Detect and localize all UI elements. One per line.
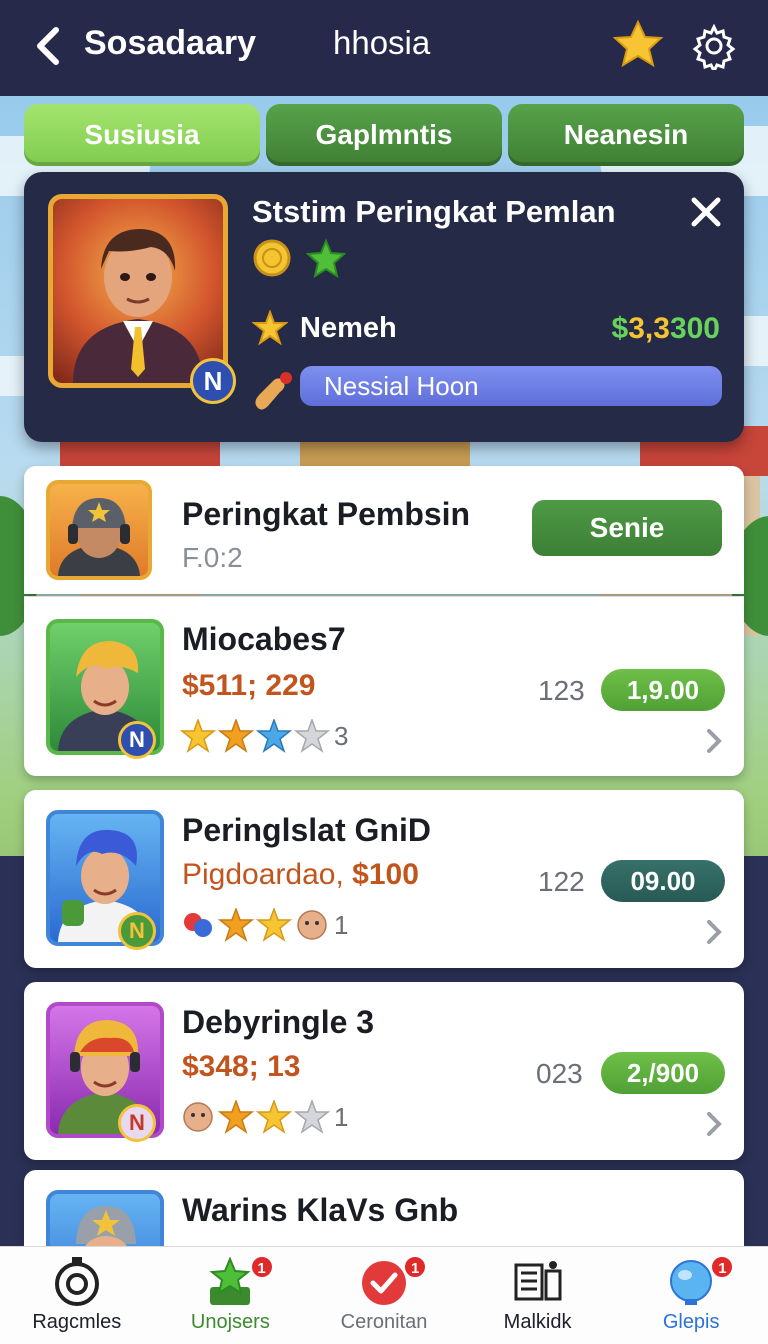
score-pill[interactable]: 09.00 bbox=[601, 860, 725, 902]
nav-item-glepis[interactable]: 1 Glepis bbox=[614, 1247, 768, 1344]
green-star-icon bbox=[306, 238, 346, 278]
profile-title: Ststim Peringkat Pemlan bbox=[252, 194, 616, 229]
header-title: Peringkat Pembsin bbox=[182, 496, 471, 532]
star-icon bbox=[256, 1100, 292, 1134]
player-price: Pigdoardao, $100 bbox=[182, 858, 419, 891]
notification-badge: 1 bbox=[710, 1255, 735, 1279]
player-badge: N bbox=[118, 721, 156, 759]
rating-stars: 1 bbox=[180, 908, 348, 942]
gear-icon[interactable] bbox=[690, 22, 738, 70]
chevron-right-icon[interactable] bbox=[704, 1110, 724, 1138]
nav-label: Malkidk bbox=[503, 1311, 572, 1333]
tab-bar: Susiusia Gaplmntis Neanesin bbox=[24, 104, 744, 166]
notification-badge: 1 bbox=[249, 1255, 274, 1279]
chevron-right-icon[interactable] bbox=[704, 918, 724, 946]
globe-icon bbox=[670, 1260, 713, 1305]
player-price: $348; 13 bbox=[182, 1050, 301, 1083]
star-icon bbox=[218, 719, 254, 753]
list-header-card: Peringkat Pembsin F.0:2 Senie bbox=[24, 466, 744, 594]
chevron-right-icon[interactable] bbox=[704, 727, 724, 755]
player-rank: 123 bbox=[538, 675, 585, 706]
profile-avatar bbox=[48, 194, 228, 388]
close-icon[interactable] bbox=[686, 192, 726, 232]
rank-name: Nemeh bbox=[300, 312, 397, 344]
player-avatar bbox=[46, 1190, 164, 1246]
star-icon bbox=[256, 908, 292, 942]
gray-star-icon bbox=[294, 719, 330, 753]
check-circle-icon bbox=[361, 1261, 406, 1305]
status-bar: Nessial Hoon bbox=[300, 366, 722, 406]
rating-stars: 1 bbox=[180, 1100, 348, 1134]
nav-item-malkidk[interactable]: Malkidk bbox=[461, 1247, 615, 1344]
header-subtitle: F.0:2 bbox=[182, 542, 243, 573]
profile-panel: N Ststim Peringkat Pemlan Nemeh $3,3300 … bbox=[24, 172, 744, 442]
header-avatar bbox=[46, 480, 152, 580]
player-badge: N bbox=[118, 912, 156, 950]
nav-item-ragcmles[interactable]: Ragcmles bbox=[0, 1247, 154, 1344]
nav-item-ceronitan[interactable]: 1 Ceronitan bbox=[307, 1247, 461, 1344]
player-name: Warins KlaVs Gnb bbox=[182, 1192, 459, 1228]
balance-amount: $3,3300 bbox=[611, 312, 720, 345]
app-title: Sosadaary bbox=[84, 24, 256, 62]
nav-label: Ceronitan bbox=[340, 1311, 428, 1333]
star-icon bbox=[218, 1100, 254, 1134]
score-pill[interactable]: 1,9.00 bbox=[601, 669, 725, 711]
notification-badge: 1 bbox=[403, 1255, 428, 1279]
face-icon bbox=[297, 910, 327, 940]
serve-button[interactable]: Senie bbox=[532, 500, 722, 556]
player-name: Miocabes7 bbox=[182, 621, 346, 657]
bottom-nav: Ragcmles 1 Unojsers 1 Ceronitan Malkidk bbox=[0, 1246, 768, 1344]
tab-susiusia[interactable]: Susiusia bbox=[24, 104, 260, 166]
rank-star-icon bbox=[252, 310, 288, 346]
player-rank: 023 bbox=[536, 1058, 583, 1089]
nav-label: Glepis bbox=[662, 1311, 720, 1333]
list-chart-icon bbox=[514, 1261, 562, 1301]
rating-count: 1 bbox=[334, 909, 349, 940]
list-item[interactable]: N Debyringle 3 $348; 13 1 023 2,/900 bbox=[24, 982, 744, 1160]
gray-star-icon bbox=[294, 1100, 330, 1134]
target-icon bbox=[54, 1257, 99, 1306]
player-rank: 122 bbox=[538, 866, 585, 897]
top-bar: Sosadaary hhosia bbox=[0, 0, 768, 96]
nav-label: Unojsers bbox=[190, 1311, 270, 1333]
tab-neanesin[interactable]: Neanesin bbox=[508, 104, 744, 166]
player-price: $511; 229 bbox=[182, 669, 316, 702]
potion-icon bbox=[255, 372, 292, 410]
reward-icons bbox=[252, 238, 346, 278]
star-icon bbox=[218, 908, 254, 942]
star-icon bbox=[180, 719, 216, 753]
player-name: Peringlslat GniD bbox=[182, 812, 431, 848]
rating-count: 1 bbox=[334, 1101, 349, 1132]
list-item[interactable]: Warins KlaVs Gnb bbox=[24, 1170, 744, 1246]
rating-stars: 3 bbox=[180, 719, 348, 753]
player-badge: N bbox=[118, 1104, 156, 1142]
page-title: hhosia bbox=[333, 24, 431, 61]
rating-count: 3 bbox=[334, 720, 349, 751]
star-icon[interactable] bbox=[612, 18, 664, 70]
balloons-icon bbox=[184, 913, 212, 937]
chevron-left-icon[interactable] bbox=[30, 24, 66, 68]
nav-item-unojsers[interactable]: 1 Unojsers bbox=[154, 1247, 308, 1344]
score-pill[interactable]: 2,/900 bbox=[601, 1052, 725, 1094]
player-name: Debyringle 3 bbox=[182, 1004, 375, 1040]
star-trophy-icon bbox=[209, 1257, 251, 1305]
coin-icon bbox=[253, 239, 291, 277]
list-item[interactable]: N Miocabes7 $511; 229 3 123 1,9.00 bbox=[24, 596, 744, 776]
blue-star-icon bbox=[256, 719, 292, 753]
nav-label: Ragcmles bbox=[32, 1311, 122, 1333]
rank-badge: N bbox=[190, 358, 236, 404]
tab-gaplmntis[interactable]: Gaplmntis bbox=[266, 104, 502, 166]
list-item[interactable]: N Peringlslat GniD Pigdoardao, $100 1 12… bbox=[24, 790, 744, 968]
face-icon bbox=[183, 1102, 213, 1132]
